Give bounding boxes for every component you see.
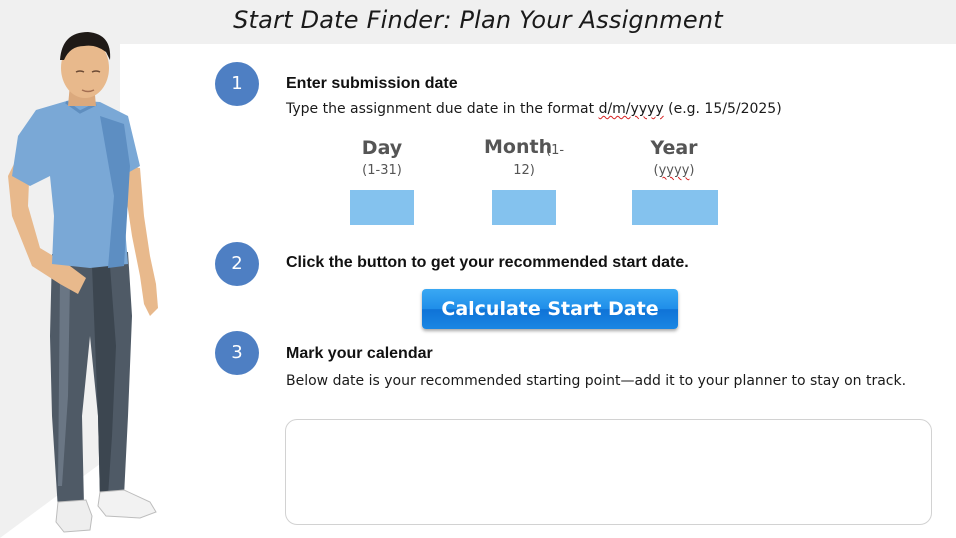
recommended-start-date-output (285, 419, 932, 525)
step-3-instructions: Below date is your recommended starting … (286, 373, 907, 389)
step-1-heading: Enter submission date (286, 75, 458, 92)
year-hint: (yyyy) (634, 163, 714, 178)
step-1-badge: 1 (215, 62, 259, 106)
month-hint-line1: (1- (546, 143, 565, 158)
year-label: Year (650, 137, 698, 159)
step-1-instructions: Type the assignment due date in the form… (286, 101, 782, 117)
month-label: Month (484, 136, 553, 158)
day-hint: (1-31) (362, 163, 402, 178)
step-2-heading: Click the button to get your recommended… (286, 254, 689, 271)
step-1-format-day-month: d/m/ (598, 101, 631, 117)
day-input[interactable] (350, 190, 414, 225)
year-hint-close: ) (689, 163, 695, 178)
month-input[interactable] (492, 190, 556, 225)
step-2-badge: 2 (215, 242, 259, 286)
step-1-text-before: Type the assignment due date in the form… (286, 101, 599, 117)
step-3-badge: 3 (215, 331, 259, 375)
step-1-format-year: yyyy (630, 101, 664, 117)
calculate-start-date-button[interactable]: Calculate Start Date (422, 289, 678, 329)
student-character-illustration (8, 32, 158, 533)
year-input[interactable] (632, 190, 718, 225)
year-hint-format: yyyy (658, 163, 690, 178)
step-1-text-after: (e.g. 15/5/2025) (663, 101, 782, 117)
month-hint-line2: 12) (513, 163, 535, 178)
day-label: Day (361, 137, 403, 159)
step-3-heading: Mark your calendar (286, 345, 433, 362)
